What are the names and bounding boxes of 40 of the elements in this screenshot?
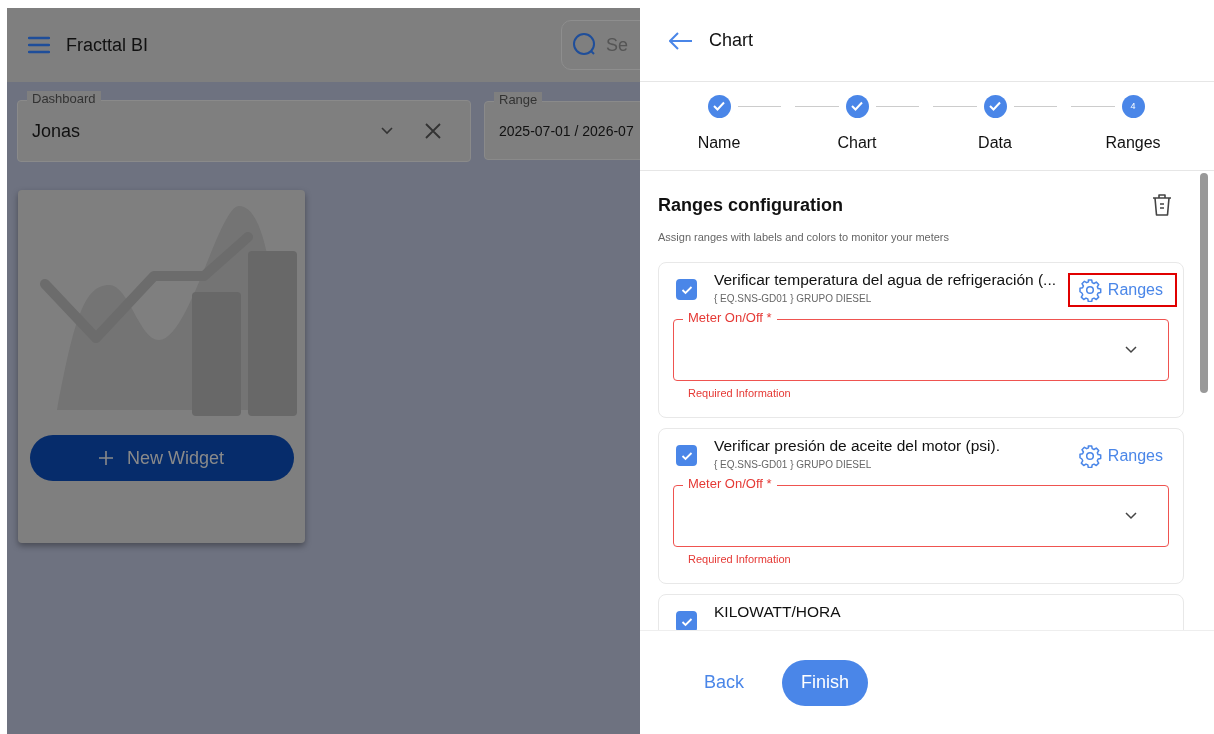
- helper-text: Required Information: [688, 387, 792, 399]
- helper-text: Required Information: [688, 553, 792, 565]
- ranges-button[interactable]: Ranges: [1077, 278, 1175, 302]
- select-field[interactable]: Dashboard Jonas: [17, 91, 471, 162]
- meter-title: Verificar presión de aceite del motor (psi).: [714, 437, 1002, 455]
- new-widget-button[interactable]: New Widget: [29, 435, 294, 481]
- step-label[interactable]: Name: [697, 134, 741, 152]
- menu-icon[interactable]: [28, 36, 50, 54]
- panel-title: Chart: [709, 30, 753, 51]
- meter-select-field[interactable]: Meter On/Off *: [673, 310, 1169, 381]
- chevron-icon: [1125, 512, 1137, 520]
- step-label[interactable]: Chart: [837, 134, 877, 152]
- checkbox[interactable]: [676, 279, 697, 300]
- settings-icon: [1077, 278, 1102, 302]
- chevron-icon: [1125, 346, 1137, 354]
- meter-title: KILOWATT/HORA: [714, 603, 842, 621]
- meter-select-field[interactable]: Meter On/Off *: [673, 476, 1169, 547]
- checkbox[interactable]: [676, 445, 697, 466]
- back-arrow-icon[interactable]: [669, 31, 693, 50]
- back-button[interactable]: Back: [690, 664, 759, 701]
- trash-icon[interactable]: [1152, 193, 1172, 217]
- chevron-icon: [381, 127, 393, 135]
- step-label[interactable]: Ranges: [1105, 134, 1161, 152]
- check-icon: [680, 284, 693, 295]
- meter-subtitle: { EQ.SNS-GD01 } GRUPO DIESEL: [714, 293, 873, 304]
- meter-title: Verificar temperatura del agua de refrigeración (...: [714, 271, 1058, 289]
- meter-subtitle: { EQ.SNS-GD01 } GRUPO DIESEL: [714, 459, 873, 470]
- checkbox[interactable]: [676, 611, 697, 630]
- plus-icon: [99, 451, 113, 465]
- check-icon: [680, 450, 693, 461]
- clear-icon[interactable]: [425, 123, 441, 139]
- check-icon: [680, 616, 693, 627]
- app-title: Fracttal BI: [66, 34, 149, 56]
- step-label[interactable]: Data: [978, 134, 1012, 152]
- section-description: Assign ranges with labels and colors to monitor your meters: [658, 231, 951, 243]
- settings-icon: [1077, 444, 1102, 468]
- ranges-button[interactable]: Ranges: [1077, 444, 1175, 468]
- step-number: 4: [1121, 94, 1145, 118]
- section-title: Ranges configuration: [658, 194, 843, 216]
- finish-button[interactable]: Finish: [782, 659, 869, 706]
